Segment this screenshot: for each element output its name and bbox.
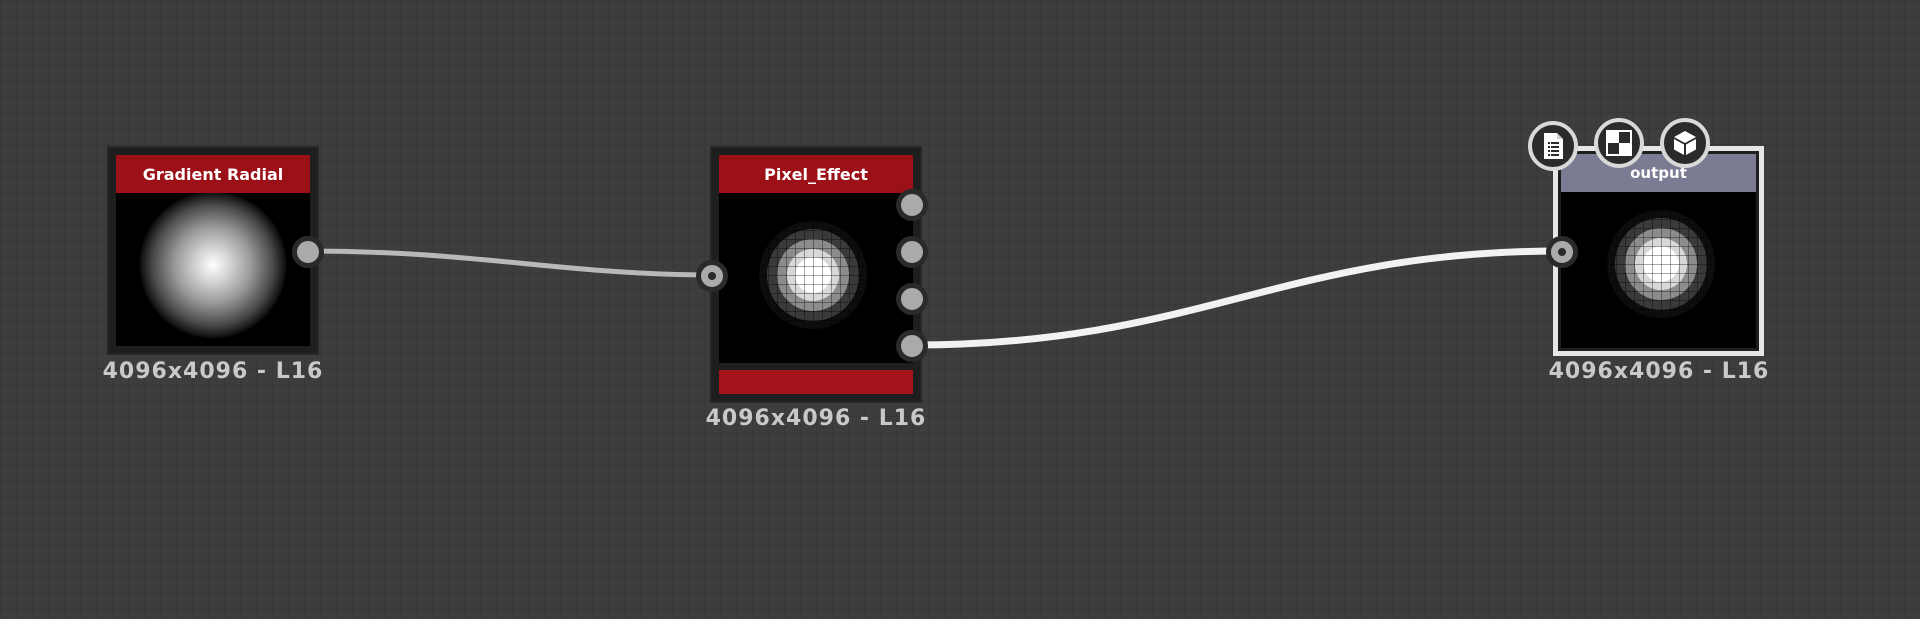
node-output[interactable]: output <box>1553 146 1764 356</box>
gradient-radial-output-port[interactable] <box>292 236 324 268</box>
output-input-port[interactable] <box>1546 236 1578 268</box>
node-title: Pixel_Effect <box>719 155 913 193</box>
pixel-grid-overlay <box>1607 210 1715 318</box>
node-pixel-effect[interactable]: Pixel_Effect <box>710 146 922 403</box>
pixel-effect-input-port[interactable] <box>696 260 728 292</box>
node-size-label: 4096x4096 - L16 <box>102 359 324 384</box>
node-gradient-radial[interactable]: Gradient Radial <box>107 146 319 355</box>
gradient-radial-preview <box>116 193 310 346</box>
document-icon[interactable] <box>1528 121 1578 171</box>
pixel-effect-preview <box>719 193 913 363</box>
node-footer-bar <box>719 370 913 394</box>
pixel-effect-output-port-3[interactable] <box>896 283 928 315</box>
pixel-grid-overlay <box>759 221 867 329</box>
node-title: Gradient Radial <box>116 155 310 193</box>
wire-pixel-effect-to-output[interactable] <box>911 247 1562 349</box>
node-size-label: 4096x4096 - L16 <box>705 406 927 431</box>
cube-icon[interactable] <box>1660 118 1710 168</box>
wire-gradient-to-pixel-effect[interactable] <box>307 248 719 278</box>
node-title: output <box>1561 154 1756 192</box>
checker-icon[interactable] <box>1594 118 1644 168</box>
pixel-effect-output-port-4[interactable] <box>896 330 928 362</box>
pixel-effect-output-port-2[interactable] <box>896 236 928 268</box>
node-size-label: 4096x4096 - L16 <box>1548 359 1770 384</box>
output-preview <box>1561 192 1756 348</box>
pixel-effect-output-port-1[interactable] <box>896 189 928 221</box>
